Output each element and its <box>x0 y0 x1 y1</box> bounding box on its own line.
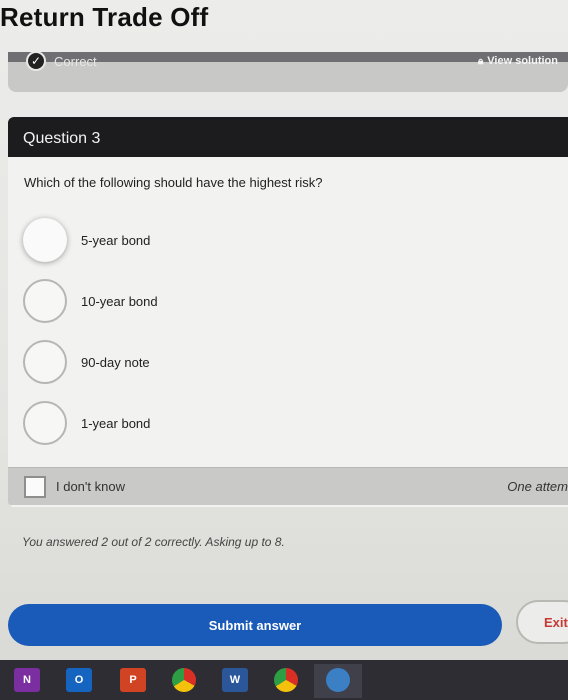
check-icon: ✓ <box>26 51 46 71</box>
outlook-icon[interactable]: O <box>66 668 92 692</box>
onenote-icon[interactable]: N <box>14 668 40 692</box>
page-title: Return Trade Off <box>0 2 209 32</box>
status-bar: ✓ Correct 🔒︎ View solution <box>8 51 568 92</box>
view-solution-button[interactable]: 🔒︎ View solution <box>478 52 558 70</box>
option-3-radio[interactable] <box>23 340 67 384</box>
progress-text: You answered 2 out of 2 correctly. Askin… <box>22 535 285 549</box>
chrome-icon[interactable] <box>172 668 196 692</box>
taskbar: N O P W <box>0 660 568 700</box>
option-3-label: 90-day note <box>81 354 150 370</box>
option-4-radio[interactable] <box>23 401 67 445</box>
option-4-label: 1-year bond <box>81 415 151 431</box>
question-prompt: Which of the following should have the h… <box>24 175 323 190</box>
question-card: Question 3 Which of the following should… <box>8 117 568 507</box>
option-2[interactable]: 10-year bond <box>23 279 423 323</box>
chrome-icon-2[interactable] <box>274 668 298 692</box>
question-header: Question 3 <box>8 117 568 157</box>
dont-know-checkbox[interactable] <box>24 476 46 498</box>
powerpoint-icon[interactable]: P <box>120 668 146 692</box>
option-3[interactable]: 90-day note <box>23 340 423 384</box>
submit-answer-button[interactable]: Submit answer <box>8 604 502 646</box>
option-2-label: 10-year bond <box>81 293 158 309</box>
dont-know-label: I don't know <box>56 479 125 494</box>
option-1-label: 5-year bond <box>81 232 151 248</box>
correct-label: Correct <box>54 53 97 69</box>
view-solution-label: View solution <box>487 55 558 67</box>
page: Return Trade Off ✓ Correct 🔒︎ View solut… <box>0 0 568 700</box>
attempts-label: One attem <box>507 479 568 494</box>
option-1[interactable]: 5-year bond <box>23 218 423 262</box>
lock-icon: 🔒︎ <box>477 55 484 67</box>
option-1-radio[interactable] <box>23 218 67 262</box>
correct-status: ✓ Correct <box>26 51 97 71</box>
option-2-radio[interactable] <box>23 279 67 323</box>
option-4[interactable]: 1-year bond <box>23 401 423 445</box>
app-icon[interactable] <box>326 668 350 692</box>
word-icon[interactable]: W <box>222 668 248 692</box>
dont-know-bar: I don't know One attem <box>8 467 568 505</box>
exit-button[interactable]: Exit <box>516 600 568 644</box>
